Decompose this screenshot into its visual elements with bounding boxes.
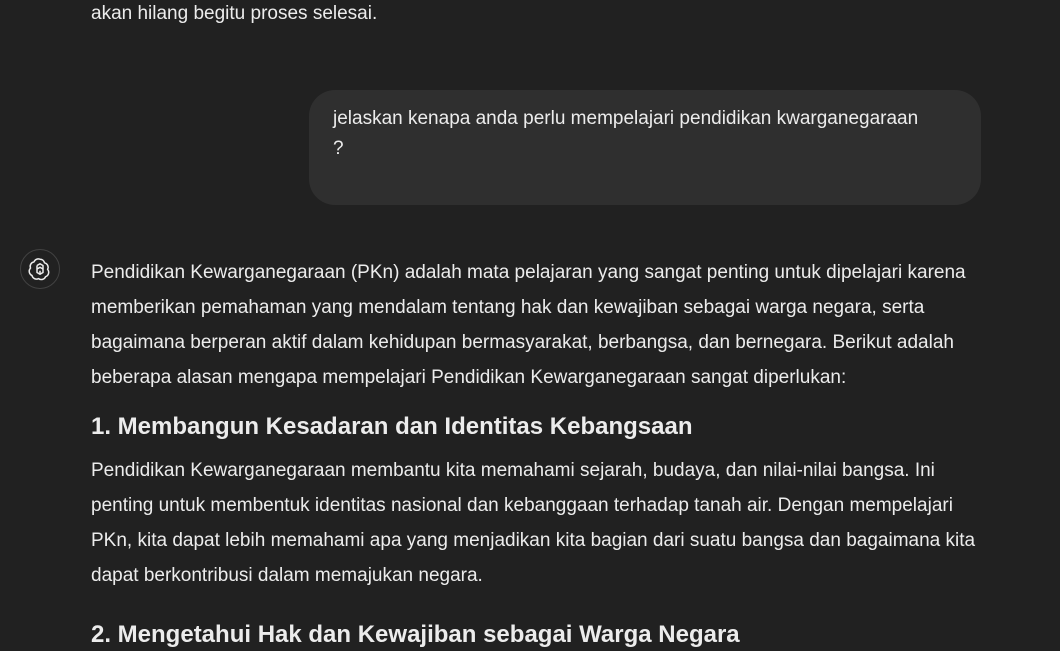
user-message-bubble: jelaskan kenapa anda perlu mempelajari p…: [309, 90, 981, 205]
previous-message-tail: akan hilang begitu proses selesai.: [91, 3, 378, 24]
openai-logo-icon: [28, 258, 50, 281]
user-message-text: jelaskan kenapa anda perlu mempelajari p…: [333, 108, 919, 159]
assistant-avatar: [20, 249, 60, 289]
assistant-message: Pendidikan Kewarganegaraan (PKn) adalah …: [91, 255, 981, 651]
section-body: Pendidikan Kewarganegaraan membantu kita…: [91, 460, 976, 586]
section-heading: 1. Membangun Kesadaran dan Identitas Keb…: [91, 413, 693, 440]
answer-intro: Pendidikan Kewarganegaraan (PKn) adalah …: [91, 262, 966, 388]
section-heading: 2. Mengetahui Hak dan Kewajiban sebagai …: [91, 621, 740, 648]
